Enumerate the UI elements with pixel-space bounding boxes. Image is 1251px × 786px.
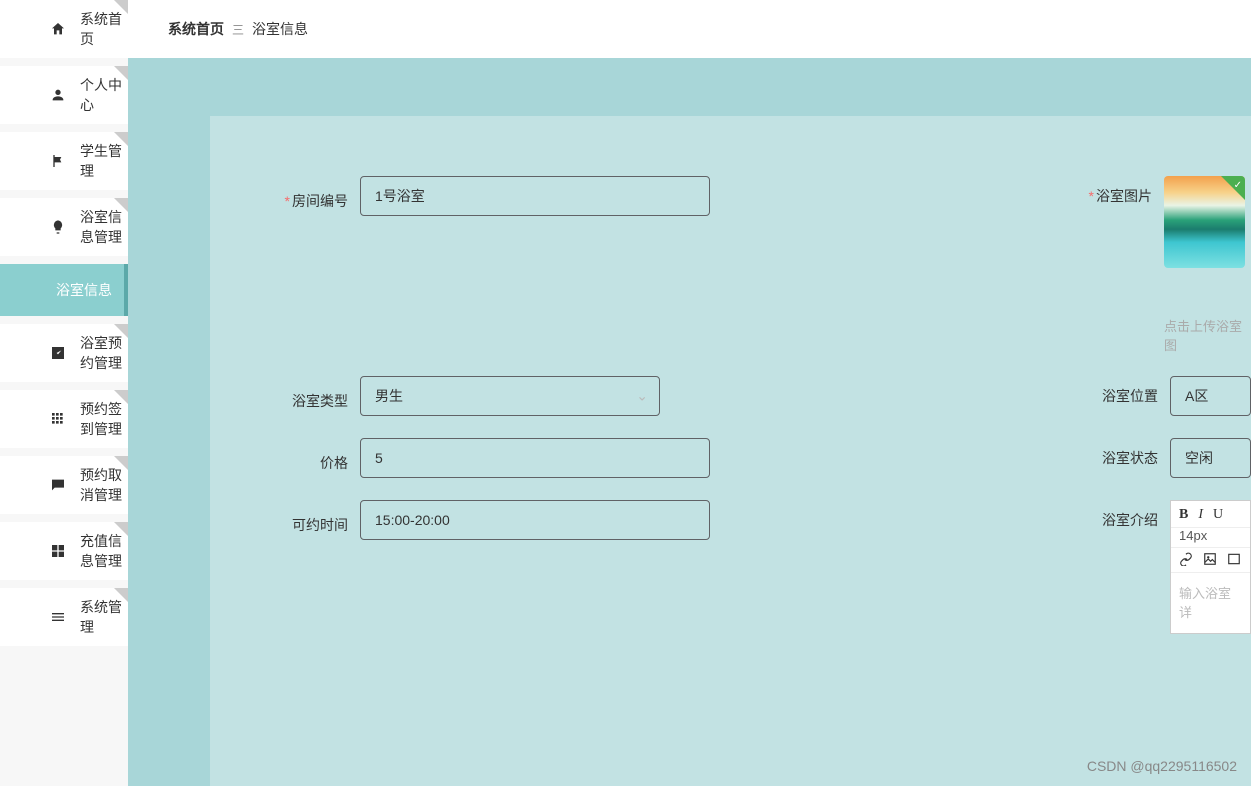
corner-icon: [114, 198, 128, 212]
menu-icon: [50, 609, 66, 625]
bulb-icon: [50, 219, 66, 235]
sidebar-label: 学生管理: [80, 141, 128, 181]
corner-icon: [114, 132, 128, 146]
sidebar-label: 预约取消管理: [80, 465, 128, 505]
sidebar-label: 预约签到管理: [80, 399, 128, 439]
price-label: 价格: [210, 443, 360, 473]
check-icon: ✓: [1234, 180, 1242, 191]
breadcrumb: 系统首页 三 浴室信息: [128, 0, 1251, 58]
corner-icon: [114, 390, 128, 404]
room-no-input[interactable]: [360, 176, 710, 216]
breadcrumb-home[interactable]: 系统首页: [168, 19, 224, 39]
form-card: *房间编号 *浴室图片 ✓: [210, 116, 1251, 786]
sidebar-item-reservation-mgmt[interactable]: 浴室预约管理: [0, 324, 128, 382]
photo-upload[interactable]: ✓: [1164, 176, 1245, 268]
sidebar-label: 个人中心: [80, 75, 128, 115]
time-input[interactable]: [360, 500, 710, 540]
sidebar: 系统首页 个人中心 学生管理 浴室信息管理 浴室信息: [0, 0, 128, 786]
sidebar-label: 浴室信息管理: [80, 207, 128, 247]
breadcrumb-sep-icon: 三: [232, 21, 244, 38]
dashboard-icon: [50, 543, 66, 559]
sidebar-label: 充值信息管理: [80, 531, 128, 571]
editor-toolbar: B I U: [1171, 501, 1250, 528]
image-icon[interactable]: [1203, 552, 1217, 566]
type-select[interactable]: [360, 376, 660, 416]
sidebar-item-recharge-mgmt[interactable]: 充值信息管理: [0, 522, 128, 580]
corner-icon: [114, 0, 128, 14]
sidebar-item-bathroom-info-mgmt[interactable]: 浴室信息管理: [0, 198, 128, 256]
sidebar-item-system-mgmt[interactable]: 系统管理: [0, 588, 128, 646]
corner-icon: [114, 588, 128, 602]
underline-icon[interactable]: U: [1213, 507, 1223, 523]
italic-icon[interactable]: I: [1198, 507, 1203, 523]
editor-body[interactable]: 输入浴室详: [1171, 573, 1250, 633]
sidebar-item-cancel-mgmt[interactable]: 预约取消管理: [0, 456, 128, 514]
home-icon: [50, 21, 66, 37]
room-no-label: *房间编号: [210, 181, 360, 211]
sidebar-label: 系统管理: [80, 597, 128, 637]
status-label: 浴室状态: [1020, 438, 1170, 468]
status-input[interactable]: [1170, 438, 1251, 478]
corner-icon: [114, 522, 128, 536]
breadcrumb-current: 浴室信息: [252, 19, 308, 39]
location-input[interactable]: [1170, 376, 1251, 416]
sidebar-label: 系统首页: [80, 9, 128, 49]
sidebar-item-home[interactable]: 系统首页: [0, 0, 128, 58]
watermark: CSDN @qq2295116502: [1087, 758, 1237, 774]
person-icon: [50, 87, 66, 103]
fontsize-label[interactable]: 14px: [1179, 528, 1207, 543]
chat-icon: [50, 477, 66, 493]
sidebar-item-students[interactable]: 学生管理: [0, 132, 128, 190]
list-icon[interactable]: [1227, 552, 1241, 566]
time-label: 可约时间: [210, 505, 360, 535]
photo-label: *浴室图片: [1020, 176, 1164, 206]
sidebar-label: 浴室预约管理: [80, 333, 128, 373]
sidebar-item-checkin-mgmt[interactable]: 预约签到管理: [0, 390, 128, 448]
upload-hint: 点击上传浴室图: [1164, 316, 1251, 354]
location-label: 浴室位置: [1020, 376, 1170, 406]
chart-icon: [50, 345, 66, 361]
bold-icon[interactable]: B: [1179, 507, 1188, 523]
price-input[interactable]: [360, 438, 710, 478]
sidebar-item-profile[interactable]: 个人中心: [0, 66, 128, 124]
intro-label: 浴室介绍: [1020, 500, 1170, 530]
rich-editor[interactable]: B I U 14px: [1170, 500, 1251, 634]
grid-icon: [50, 411, 66, 427]
flag-icon: [50, 153, 66, 169]
type-label: 浴室类型: [210, 381, 360, 411]
corner-icon: [114, 66, 128, 80]
corner-icon: [114, 456, 128, 470]
sidebar-item-bathroom-info[interactable]: 浴室信息: [0, 264, 128, 316]
link-icon[interactable]: [1179, 552, 1193, 566]
sidebar-label: 浴室信息: [56, 280, 112, 300]
main-area: 系统首页 三 浴室信息 *房间编号: [128, 0, 1251, 786]
corner-icon: [114, 324, 128, 338]
